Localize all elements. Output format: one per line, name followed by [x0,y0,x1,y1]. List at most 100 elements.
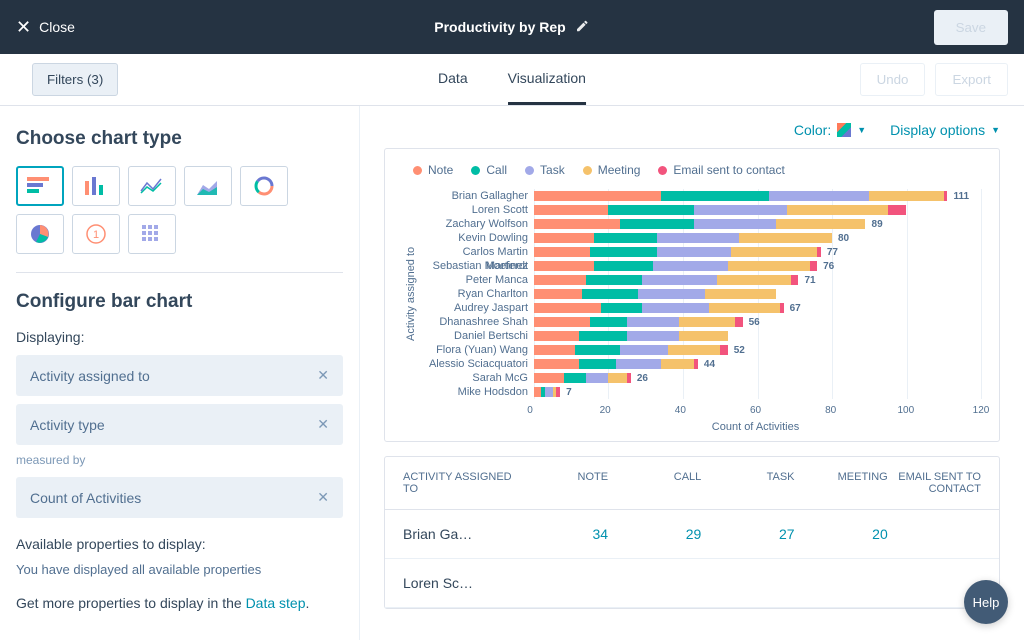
table-header[interactable]: NOTE [515,471,608,495]
x-tick-label: 100 [897,405,914,416]
measured-by-label: measured by [16,453,343,467]
legend-dot-icon [525,166,534,175]
filters-button[interactable]: Filters (3) [32,63,118,96]
x-tick-label: 60 [750,405,761,416]
bar-total-label: 76 [823,261,834,272]
legend-item[interactable]: Note [413,163,453,177]
bar-total-label: 26 [637,373,648,384]
y-tick-label: Sebastian Moeferdt [419,259,534,273]
chart-container: Note Call Task Meeting Email sent to contact… [384,148,1000,442]
bar-total-label: 52 [734,345,745,356]
save-button[interactable]: Save [934,10,1008,45]
bar-row[interactable] [534,203,981,217]
bar-row[interactable]: 44 [534,357,981,371]
swatch-icon [837,123,851,137]
chevron-down-icon: ▼ [991,125,1000,135]
bar-row[interactable]: 76 [534,259,981,273]
x-tick-label: 120 [973,405,990,416]
y-tick-label: Audrey Jaspart [419,301,534,315]
table-header[interactable]: ACTIVITY ASSIGNED TO [403,471,515,495]
y-tick-label: Flora (Yuan) Wang [419,343,534,357]
export-button[interactable]: Export [935,63,1008,96]
bar-total-label: 7 [566,387,572,398]
configure-heading: Configure bar chart [16,291,343,313]
all-props-text: You have displayed all available propert… [16,562,343,577]
bar-row[interactable]: 77 [534,245,981,259]
bar-row[interactable]: 52 [534,343,981,357]
data-table: ACTIVITY ASSIGNED TONOTECALLTASKMEETINGE… [384,456,1000,609]
y-tick-label: Carlos Martin Martinez [419,245,534,259]
bar-row[interactable]: 67 [534,301,981,315]
bar-row[interactable] [534,329,981,343]
bar-row[interactable]: 80 [534,231,981,245]
x-tick-label: 20 [600,405,611,416]
bar-total-label: 71 [804,275,815,286]
display-options[interactable]: Display options▼ [890,122,1000,138]
legend-dot-icon [413,166,422,175]
y-tick-label: Ryan Charlton [419,287,534,301]
choose-chart-heading: Choose chart type [16,128,343,150]
chart-type-table[interactable] [128,214,176,254]
table-header[interactable]: CALL [608,471,701,495]
bar-total-label: 111 [953,191,969,202]
bar-row[interactable]: 89 [534,217,981,231]
data-step-link[interactable]: Data step [246,595,306,611]
more-props-text: Get more properties to display in the Da… [16,595,343,611]
table-row[interactable]: Brian Ga…34292720 [385,510,999,559]
color-picker[interactable]: Color:▼ [794,122,866,138]
remove-icon[interactable]: ✕ [317,416,329,433]
chart-type-area[interactable] [184,166,232,206]
tab-visualization[interactable]: Visualization [508,54,586,105]
legend-item[interactable]: Task [525,163,565,177]
table-header[interactable]: MEETING [795,471,888,495]
bar-row[interactable]: 26 [534,371,981,385]
y-tick-label: Alessio Sciacquatori [419,357,534,371]
bar-row[interactable]: 71 [534,273,981,287]
chart-type-line[interactable] [128,166,176,206]
y-tick-label: Brian Gallagher [419,189,534,203]
chart-type-hbar[interactable] [16,166,64,206]
pencil-icon[interactable] [576,19,590,36]
close-button[interactable]: ✕ Close [16,17,75,38]
available-props-label: Available properties to display: [16,536,343,552]
property-activity-assigned[interactable]: Activity assigned to✕ [16,355,343,396]
bar-total-label: 77 [827,247,838,258]
help-button[interactable]: Help [964,580,1008,624]
chart-type-summary[interactable]: 1 [72,214,120,254]
y-tick-label: Loren Scott [419,203,534,217]
y-tick-label: Daniel Bertschi [419,329,534,343]
remove-icon[interactable]: ✕ [317,489,329,506]
y-tick-label: Peter Manca [419,273,534,287]
legend-dot-icon [583,166,592,175]
table-header[interactable]: TASK [701,471,794,495]
bar-total-label: 56 [749,317,760,328]
remove-icon[interactable]: ✕ [317,367,329,384]
tab-data[interactable]: Data [438,54,468,105]
y-tick-label: Dhanashree Shah [419,315,534,329]
table-header[interactable]: EMAIL SENT TO CONTACT [888,471,981,495]
undo-button[interactable]: Undo [860,63,926,96]
property-count-activities[interactable]: Count of Activities✕ [16,477,343,518]
bar-row[interactable] [534,287,981,301]
chart-type-pie[interactable] [16,214,64,254]
bar-row[interactable]: 7 [534,385,981,399]
chart-type-donut[interactable] [240,166,288,206]
x-axis-label: Count of Activities [530,421,981,433]
table-row[interactable]: Loren Sc… [385,559,999,608]
close-label: Close [39,19,75,35]
bar-row[interactable]: 111 [534,189,981,203]
legend-item[interactable]: Meeting [583,163,641,177]
legend-dot-icon [471,166,480,175]
chart-type-vbar[interactable] [72,166,120,206]
bar-row[interactable]: 56 [534,315,981,329]
x-tick-label: 80 [825,405,836,416]
legend-item[interactable]: Email sent to contact [658,163,784,177]
svg-text:1: 1 [93,229,99,241]
x-tick-label: 40 [675,405,686,416]
y-axis-label: Activity assigned to [403,189,419,399]
y-tick-label: Kevin Dowling [419,231,534,245]
y-tick-label: Mike Hodsdon [419,385,534,399]
legend-item[interactable]: Call [471,163,507,177]
property-activity-type[interactable]: Activity type✕ [16,404,343,445]
y-tick-label: Sarah McG [419,371,534,385]
